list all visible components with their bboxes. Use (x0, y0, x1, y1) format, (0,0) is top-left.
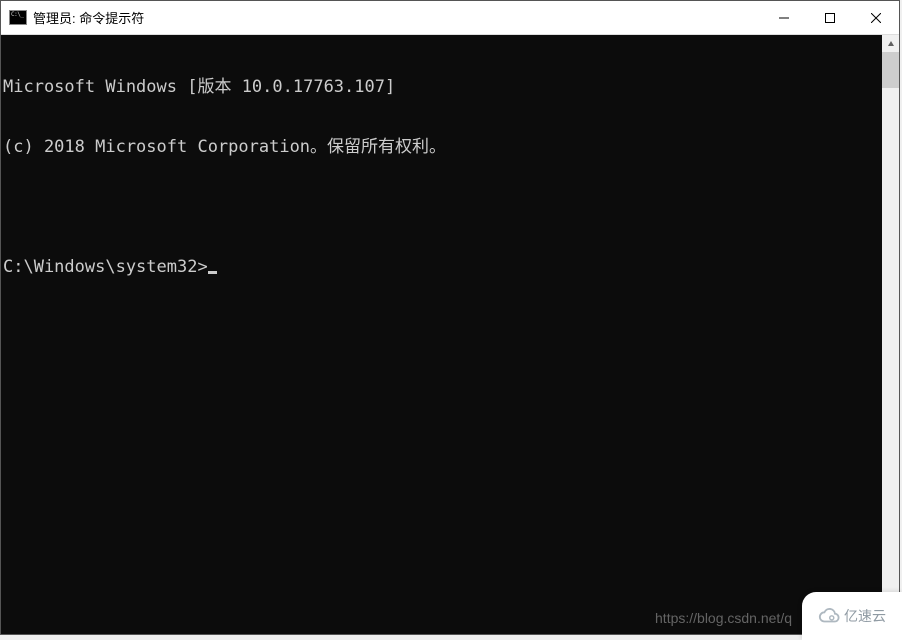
brand-badge: 亿速云 (802, 592, 902, 640)
cursor-icon (208, 271, 217, 274)
blank-line (3, 197, 882, 217)
vertical-scrollbar[interactable] (882, 35, 899, 634)
output-line: Microsoft Windows [版本 10.0.17763.107] (3, 77, 882, 97)
scrollbar-thumb[interactable] (882, 52, 899, 88)
scroll-up-button[interactable] (882, 35, 899, 52)
close-button[interactable] (853, 1, 899, 35)
cmd-icon (9, 10, 27, 25)
command-prompt-window: 管理员: 命令提示符 Microsoft Windows [版本 10.0.17… (0, 0, 900, 635)
titlebar[interactable]: 管理员: 命令提示符 (1, 1, 899, 35)
window-title: 管理员: 命令提示符 (33, 8, 144, 27)
output-line: (c) 2018 Microsoft Corporation。保留所有权利。 (3, 137, 882, 157)
terminal-output[interactable]: Microsoft Windows [版本 10.0.17763.107] (c… (1, 35, 882, 634)
scrollbar-track[interactable] (882, 52, 899, 617)
brand-name: 亿速云 (844, 606, 886, 626)
minimize-button[interactable] (761, 1, 807, 35)
prompt-text: C:\Windows\system32> (3, 257, 208, 277)
client-area: Microsoft Windows [版本 10.0.17763.107] (c… (1, 35, 899, 634)
maximize-button[interactable] (807, 1, 853, 35)
cloud-icon (818, 605, 840, 627)
watermark-url: https://blog.csdn.net/q (655, 610, 792, 626)
prompt-line: C:\Windows\system32> (3, 257, 882, 277)
